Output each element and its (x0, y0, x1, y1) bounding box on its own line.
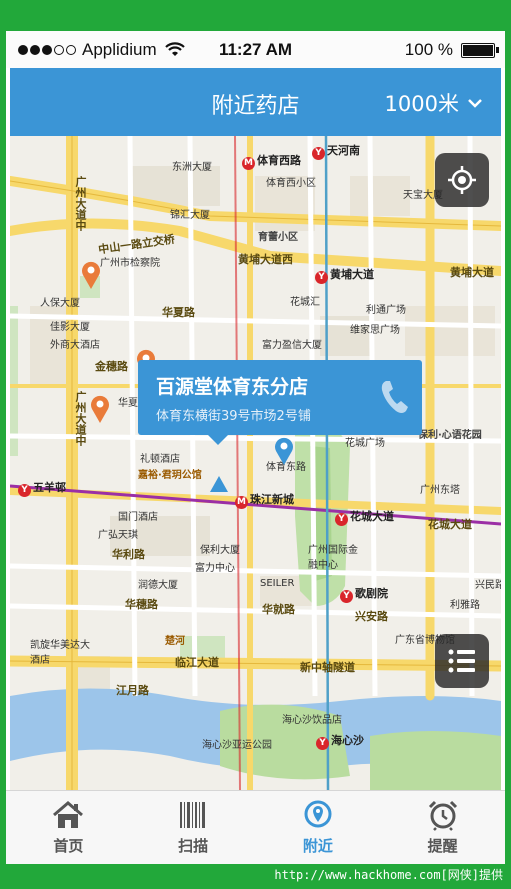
road-label: 黄埔大道西 (238, 253, 293, 266)
status-bar: Applidium 11:27 AM 100 % (6, 31, 505, 68)
metro-station-opera-house[interactable]: Y 歌剧院 (340, 585, 388, 603)
battery-status: 100 % (404, 40, 499, 60)
location-icon (304, 800, 332, 828)
tab-scan[interactable]: 扫描 (131, 791, 256, 864)
road-label: 华就路 (262, 603, 295, 616)
place-label: 花城汇 (290, 297, 320, 308)
road-label: 江月路 (116, 684, 149, 697)
place-label: 东洲大厦 (172, 162, 212, 173)
place-label: 华夏 (118, 398, 138, 409)
place-label: 国门酒店 (118, 512, 158, 523)
road-label: 广州大道中 (74, 176, 87, 231)
phone-icon[interactable] (378, 378, 410, 416)
place-label: 凯旋华美达大酒店 (30, 640, 90, 666)
map-view[interactable]: 东洲大厦 M 体育西路 Y 天河南 体育西小区 天宝大厦 中山一路立交桥 锦汇大厦 … (10, 136, 501, 790)
place-label: 广弘天琪 (98, 530, 138, 541)
road-label: 广州大道中 (74, 391, 87, 446)
place-label: 润德大厦 (138, 580, 178, 591)
place-label: 体育西小区 (266, 178, 316, 189)
watermark-text: http://www.hackhome.com[网侠]提供 (274, 866, 503, 883)
road-label: 华夏路 (162, 306, 195, 319)
tab-bar: 首页 扫描 附近 提醒 (6, 790, 505, 864)
tab-label: 扫描 (178, 837, 209, 855)
road-label: 华穗路 (125, 598, 158, 611)
road-label: 黄埔大道 (450, 266, 494, 279)
place-label: 富力盈信大厦 (262, 340, 322, 351)
nav-header: 附近药店 1000米 (10, 68, 501, 136)
place-label: 人保大厦 (40, 298, 80, 309)
place-label: 广州东塔 (420, 485, 460, 496)
place-label: 广州国际金融中心 (308, 545, 358, 571)
home-icon (53, 801, 84, 828)
phone-screen: Applidium 11:27 AM 100 % 附近药店 1000米 东洲大厦… (6, 31, 505, 864)
distance-value: 1000米 (384, 92, 459, 116)
selected-pharmacy-pin-icon[interactable] (273, 436, 295, 466)
battery-icon (461, 42, 499, 58)
place-label: 花城广场 (345, 438, 385, 449)
tab-label: 附近 (302, 837, 333, 855)
pharmacy-callout[interactable]: 百源堂体育东分店 体育东横街39号市场2号铺 (138, 360, 422, 445)
locate-me-button[interactable] (435, 153, 489, 207)
place-label: 嘉裕·君玥公馆 (138, 470, 202, 481)
tab-home[interactable]: 首页 (6, 791, 131, 864)
place-label: 兴民路 (475, 580, 501, 591)
chevron-down-icon (468, 99, 482, 108)
list-icon (448, 649, 475, 673)
metro-station-tianhe-nan[interactable]: Y 天河南 (312, 142, 360, 160)
place-label: 利通广场 (366, 305, 406, 316)
metro-station-zhujiang-xincheng[interactable]: M 珠江新城 (235, 491, 294, 509)
place-label: 保利大厦 (200, 545, 240, 556)
alarm-clock-icon (428, 800, 457, 831)
place-label: SEILER (260, 578, 295, 589)
road-label: 华利路 (112, 548, 145, 561)
current-location-icon (210, 476, 228, 492)
place-label: 富力中心 (195, 563, 235, 574)
place-label: 礼顿酒店 (140, 454, 180, 465)
pharmacy-pin-icon[interactable] (80, 260, 102, 290)
place-label: 广州市检察院 (100, 258, 160, 269)
place-label: 维家思广场 (350, 325, 400, 336)
tab-label: 提醒 (427, 837, 458, 855)
metro-station-haixinsha[interactable]: Y 海心沙 (316, 732, 364, 750)
crosshair-icon (448, 166, 476, 194)
barcode-icon (180, 802, 206, 828)
tab-reminder[interactable]: 提醒 (380, 791, 505, 864)
road-label: 花城大道 (428, 518, 472, 531)
road-label: 临江大道 (175, 656, 219, 669)
metro-station-wuyangcun[interactable]: Y 五羊邨 (18, 479, 66, 497)
place-label: 保利·心语花园 (418, 430, 482, 441)
map-base (10, 136, 501, 790)
place-label: 楚河 (165, 636, 185, 647)
road-label: 金穗路 (95, 360, 128, 373)
metro-station-huacheng-dadao[interactable]: Y 花城大道 (335, 508, 394, 526)
road-label: 新中轴隧道 (300, 661, 355, 674)
tab-nearby[interactable]: 附近 (256, 791, 381, 864)
battery-percentage: 100 % (404, 40, 453, 59)
place-label: 海心沙饮品店 (282, 715, 342, 726)
metro-station-tiyu-xilu[interactable]: M 体育西路 (242, 152, 301, 170)
road-label: 兴安路 (355, 610, 388, 623)
tab-label: 首页 (53, 837, 84, 855)
place-label: 外商大酒店 (50, 340, 100, 351)
pharmacy-pin-icon[interactable] (89, 394, 111, 424)
metro-station-huangpu[interactable]: Y 黄埔大道 (315, 266, 374, 284)
place-label: 利雅路 (450, 600, 480, 611)
place-label: 佳影大厦 (50, 322, 90, 333)
place-label: 海心沙亚运公园 (202, 740, 272, 751)
place-label: 锦汇大厦 (170, 210, 210, 221)
distance-filter-dropdown[interactable]: 1000米 (385, 88, 483, 118)
place-label: 育蕾小区 (258, 232, 298, 243)
list-view-button[interactable] (435, 634, 489, 688)
pharmacy-name: 百源堂体育东分店 (156, 376, 309, 398)
pharmacy-address: 体育东横街39号市场2号铺 (156, 409, 311, 424)
